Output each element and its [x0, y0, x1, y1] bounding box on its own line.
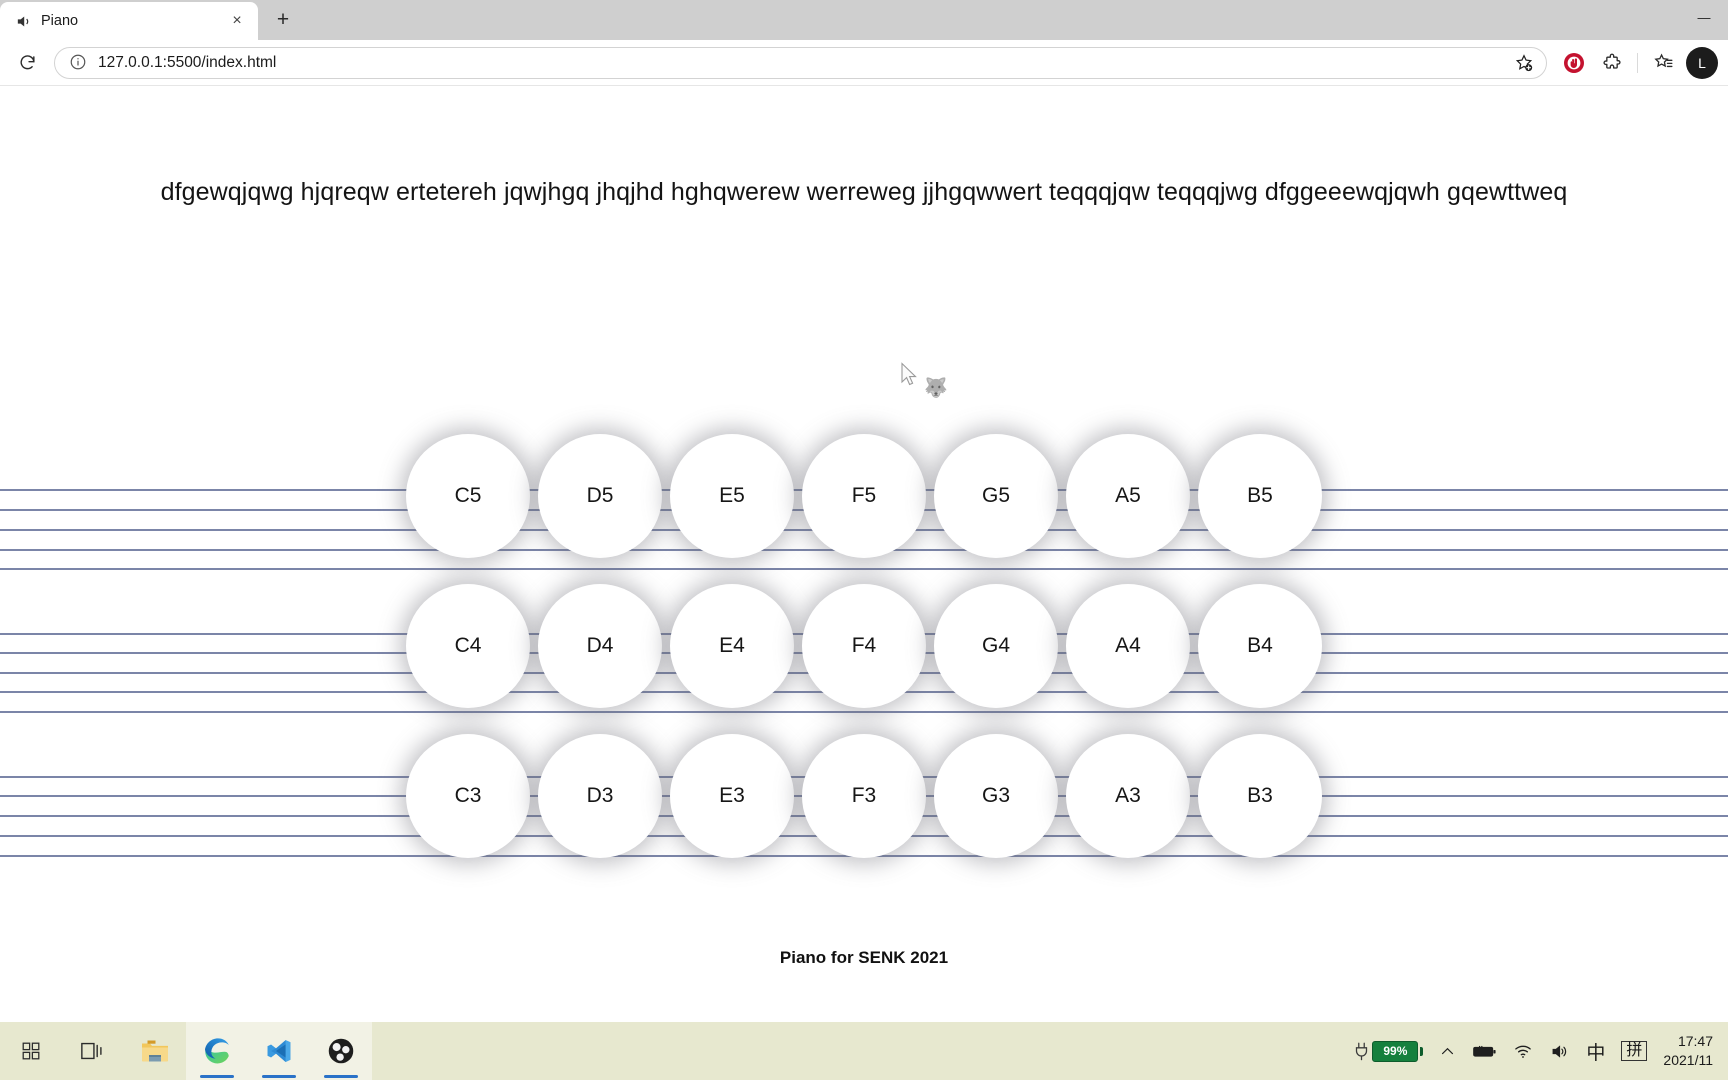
clock-time: 17:47	[1677, 1033, 1713, 1050]
piano-key[interactable]: G5	[934, 434, 1058, 558]
piano-row-octave-5: C5 D5 E5 F5 G5 A5 B5	[0, 434, 1728, 558]
battery-percent-label: 99%	[1372, 1040, 1419, 1062]
tab-title: Piano	[41, 13, 79, 29]
ime-pinyin-indicator[interactable]: 拼	[1614, 1022, 1654, 1080]
piano-key[interactable]: C5	[406, 434, 530, 558]
piano-row-octave-3: C3 D3 E3 F3 G3 A3 B3	[0, 734, 1728, 858]
adblock-extension-icon[interactable]	[1557, 46, 1591, 80]
clock-widget[interactable]: 17:47 2021/11	[1656, 1022, 1722, 1080]
puzzle-piece-icon[interactable]	[1595, 46, 1629, 80]
battery-charging-icon[interactable]	[1465, 1022, 1504, 1080]
piano-key[interactable]: A3	[1066, 734, 1190, 858]
page-footer: Piano for SENK 2021	[779, 948, 949, 967]
page-content: dfgewqjqwg hjqreqw ertetereh jqwjhgq jhq…	[0, 86, 1728, 1020]
wifi-icon[interactable]	[1506, 1022, 1540, 1080]
browser-tab[interactable]: Piano ×	[0, 2, 258, 40]
speaker-playing-icon[interactable]	[14, 12, 32, 30]
star-add-icon[interactable]	[1510, 49, 1538, 77]
piano-key[interactable]: D3	[538, 734, 662, 858]
tab-strip: Piano × + —	[0, 0, 1728, 40]
browser-window: Piano × + — 127.0.0.1:5500/index.html L …	[0, 0, 1728, 1022]
piano-key[interactable]: D5	[538, 434, 662, 558]
piano-key[interactable]: B4	[1198, 584, 1322, 708]
piano-key[interactable]: E4	[670, 584, 794, 708]
battery-cap	[1420, 1046, 1424, 1056]
piano-key[interactable]: F5	[802, 434, 926, 558]
piano-row-octave-4: C4 D4 E4 F4 G4 A4 B4	[0, 584, 1728, 708]
url-text: 127.0.0.1:5500/index.html	[98, 53, 277, 71]
collections-icon[interactable]	[1646, 46, 1680, 80]
speaker-icon[interactable]	[1542, 1022, 1577, 1080]
reload-icon[interactable]	[10, 46, 44, 80]
clock-date: 2021/11	[1663, 1052, 1713, 1068]
browser-toolbar: 127.0.0.1:5500/index.html L	[0, 40, 1728, 86]
ime-mode-indicator[interactable]: 中	[1579, 1022, 1612, 1080]
edge-browser-icon[interactable]	[186, 1022, 248, 1080]
piano-key[interactable]: G4	[934, 584, 1058, 708]
piano-key[interactable]: A4	[1066, 584, 1190, 708]
piano-keyboard: C5 D5 E5 F5 G5 A5 B5 C4 D4 E4 F4 G4 A4 B…	[0, 86, 1728, 1020]
toolbar-divider	[1637, 52, 1638, 73]
window-controls: —	[1680, 0, 1728, 40]
piano-key[interactable]: G3	[934, 734, 1058, 858]
piano-key[interactable]: E3	[670, 734, 794, 858]
battery-percent-widget[interactable]: 99%	[1346, 1022, 1430, 1080]
piano-key[interactable]: B3	[1198, 734, 1322, 858]
profile-avatar[interactable]: L	[1686, 46, 1718, 79]
piano-key[interactable]: C3	[406, 734, 530, 858]
piano-key[interactable]: B5	[1198, 434, 1322, 558]
piano-key[interactable]: C4	[406, 584, 530, 708]
taskbar-apps	[0, 1022, 372, 1080]
piano-key[interactable]: F3	[802, 734, 926, 858]
piano-key[interactable]: D4	[538, 584, 662, 708]
vscode-icon[interactable]	[248, 1022, 310, 1080]
piano-key[interactable]: A5	[1066, 434, 1190, 558]
minimize-button[interactable]: —	[1680, 0, 1728, 34]
windows-taskbar: 99% 中 拼 17:47 2021/11	[0, 1022, 1728, 1080]
obs-studio-icon[interactable]	[310, 1022, 372, 1080]
ime-pinyin-label: 拼	[1621, 1040, 1648, 1062]
info-circle-icon[interactable]	[69, 53, 88, 72]
close-icon[interactable]: ×	[226, 10, 248, 32]
folder-icon[interactable]	[124, 1022, 186, 1080]
piano-key[interactable]: E5	[670, 434, 794, 558]
task-view-icon[interactable]	[62, 1022, 124, 1080]
piano-key[interactable]: F4	[802, 584, 926, 708]
start-button[interactable]	[0, 1022, 62, 1080]
chevron-up-icon[interactable]	[1432, 1022, 1463, 1080]
new-tab-button[interactable]: +	[266, 3, 300, 37]
address-bar[interactable]: 127.0.0.1:5500/index.html	[54, 46, 1547, 79]
system-tray: 99% 中 拼 17:47 2021/11	[1346, 1022, 1728, 1080]
